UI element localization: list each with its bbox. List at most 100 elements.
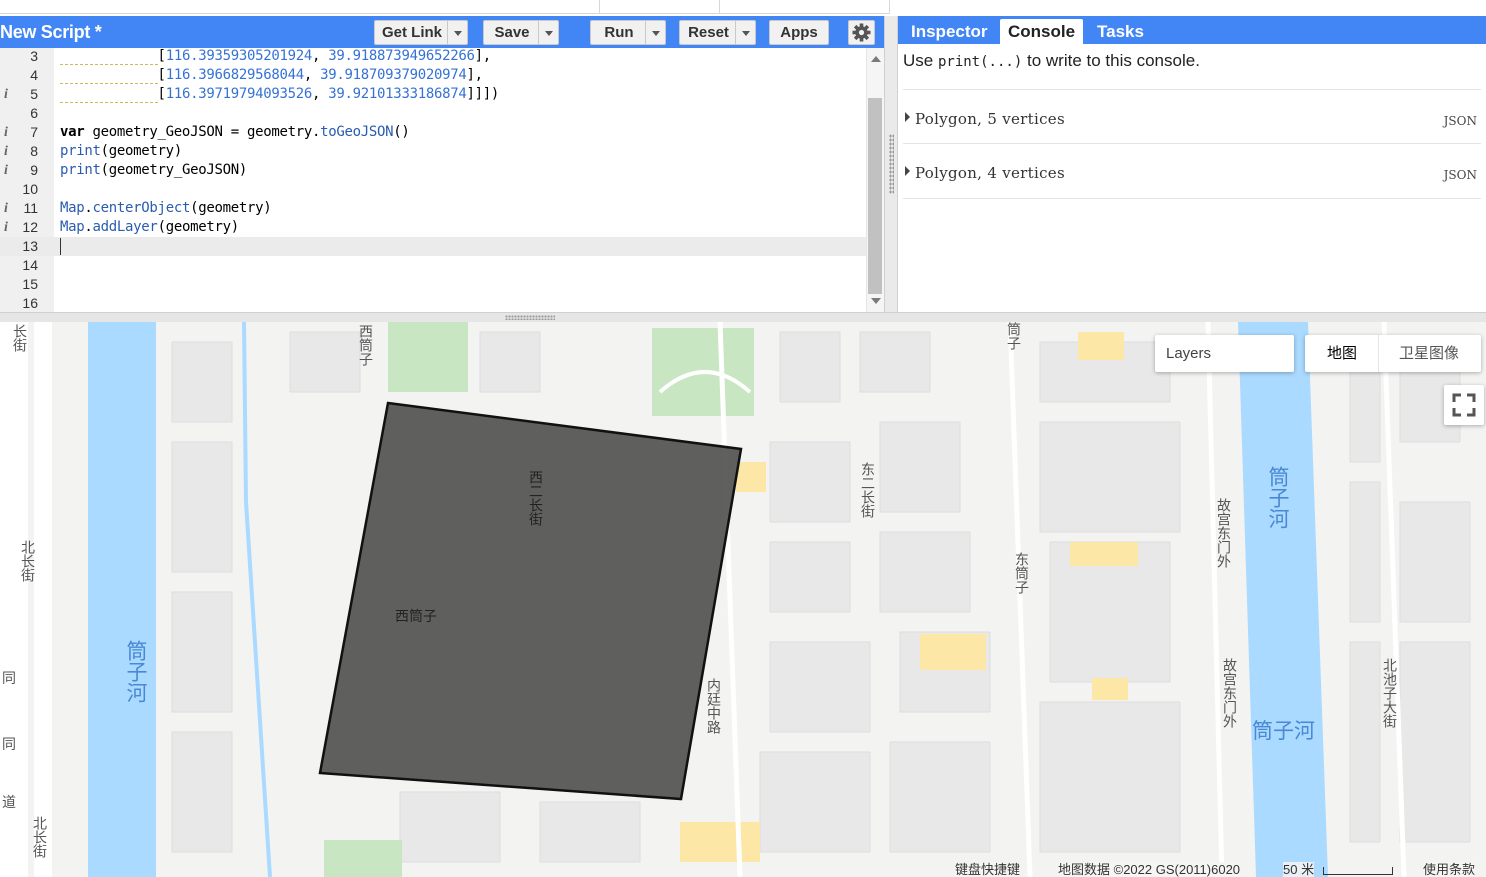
tab-console[interactable]: Console — [1000, 19, 1084, 44]
code-line[interactable]: 13 — [0, 237, 866, 256]
top-strip — [0, 0, 1486, 16]
tab-tasks[interactable]: Tasks — [1089, 19, 1152, 44]
map-label: 内廷中路 — [706, 678, 722, 734]
save-label: Save — [494, 24, 530, 41]
geometry-polygon — [318, 401, 743, 801]
terms-link[interactable]: 使用条款 — [1423, 862, 1476, 877]
expand-triangle-icon[interactable] — [905, 166, 910, 176]
top-tab-strip-mid2 — [720, 0, 890, 14]
scale-label: 50 米 — [1283, 862, 1315, 877]
console-row-text: Polygon, 4 vertices — [915, 164, 1065, 182]
tab-inspector[interactable]: Inspector — [903, 19, 996, 44]
settings-gear-icon[interactable] — [848, 20, 875, 45]
line-number: 11 — [23, 200, 38, 216]
code-line[interactable]: i 5 [116.39719794093526, 39.9210133318687… — [0, 85, 866, 104]
console-hint: Use print(...) to write to this console. — [903, 51, 1200, 71]
line-number: 16 — [22, 295, 38, 311]
reset-button[interactable]: Reset — [679, 20, 756, 45]
get-link-button[interactable]: Get Link — [374, 20, 468, 45]
console-hint-code: print(...) — [937, 54, 1023, 70]
info-icon: i — [4, 87, 8, 102]
code-line[interactable]: 3 [116.39359305201924, 39.91887394965226… — [0, 48, 866, 66]
map-label: 故宫东门外 — [1216, 498, 1232, 568]
reset-dropdown-icon[interactable] — [735, 21, 755, 44]
run-label: Run — [604, 24, 634, 41]
water-label: 筒子河 — [1266, 466, 1289, 529]
script-title[interactable]: New Script * — [0, 22, 102, 43]
map-label: 筒子 — [1006, 322, 1022, 350]
map-label: 道 — [2, 794, 16, 810]
get-link-dropdown-icon[interactable] — [447, 21, 467, 44]
code-line[interactable]: 15 — [0, 275, 866, 294]
json-toggle[interactable]: JSON — [1444, 114, 1477, 128]
code-line[interactable]: 4 [116.3966829568044, 39.918709379020974… — [0, 66, 866, 85]
code-text[interactable]: Map.addLayer(geometry) — [60, 218, 239, 237]
line-number: 9 — [30, 162, 38, 178]
code-text[interactable]: print(geometry) — [60, 142, 182, 161]
code-text[interactable]: print(geometry_GeoJSON) — [60, 161, 247, 180]
info-icon: i — [4, 163, 8, 178]
scroll-down-arrow-icon[interactable] — [871, 298, 881, 304]
map-label: 长街 — [12, 324, 28, 352]
code-text[interactable]: [116.39359305201924, 39.918873949652266]… — [60, 48, 491, 66]
map-label: 西二长街 — [528, 470, 544, 526]
code-text[interactable]: [116.3966829568044, 39.918709379020974], — [60, 66, 483, 85]
splitter-grip-icon[interactable] — [505, 315, 555, 320]
code-line[interactable]: i 11 Map.centerObject(geometry) — [0, 199, 866, 218]
info-icon: i — [4, 220, 8, 235]
code-text[interactable]: var geometry_GeoJSON = geometry.toGeoJSO… — [60, 123, 410, 142]
map-basemap — [0, 322, 1486, 877]
code-line[interactable]: 14 — [0, 256, 866, 275]
info-icon: i — [4, 201, 8, 216]
code-text[interactable]: [116.39719794093526, 39.92101333186874]]… — [60, 85, 499, 104]
editor-scrollbar-thumb[interactable] — [868, 98, 882, 294]
console-row[interactable]: Polygon, 5 vertices JSON — [903, 89, 1481, 144]
info-icon: i — [4, 144, 8, 159]
code-line[interactable]: i 8 print(geometry) — [0, 142, 866, 161]
map-label: 东筒子 — [1014, 552, 1030, 594]
code-line[interactable]: 6 — [0, 104, 866, 123]
code-line[interactable]: i 12 Map.addLayer(geometry) — [0, 218, 866, 237]
line-number: 7 — [30, 124, 38, 140]
keyboard-shortcuts-link[interactable]: 键盘快捷键 — [955, 862, 1021, 877]
code-line[interactable]: i 9 print(geometry_GeoJSON) — [0, 161, 866, 180]
gee-code-editor: New Script * Get Link Save Run Reset App… — [0, 0, 1486, 877]
console-row[interactable]: Polygon, 4 vertices JSON — [903, 144, 1481, 199]
map-type-satellite[interactable]: 卫星图像 — [1399, 335, 1459, 372]
map-label: 东二长街 — [860, 462, 876, 518]
code-line[interactable]: i 7 var geometry_GeoJSON = geometry.toGeoJ… — [0, 123, 866, 142]
expand-triangle-icon[interactable] — [905, 112, 910, 122]
map-label: 北池子大街 — [1382, 658, 1398, 728]
moat-left — [88, 322, 156, 877]
map-view[interactable]: 西筒子 筒子 长街 西二长街 东二长街 西筒子 东筒子 内廷中路 故宫东门外 故… — [0, 322, 1486, 877]
splitter-grip-icon[interactable] — [889, 134, 894, 194]
line-number: 13 — [22, 238, 38, 254]
run-button[interactable]: Run — [590, 20, 666, 45]
code-editor[interactable]: 3 [116.39359305201924, 39.91887394965226… — [0, 48, 884, 312]
json-toggle[interactable]: JSON — [1444, 168, 1477, 182]
map-label: 西筒子 — [395, 608, 437, 624]
map-type-roadmap[interactable]: 地图 — [1327, 335, 1357, 372]
scroll-up-arrow-icon[interactable] — [871, 56, 881, 62]
top-tab-strip-mid — [600, 0, 720, 14]
code-line[interactable]: 16 — [0, 294, 866, 312]
editor-toolbar: New Script * Get Link Save Run Reset App… — [0, 16, 884, 48]
map-type-divider — [1378, 335, 1379, 372]
map-type-control: 地图 卫星图像 — [1305, 335, 1481, 372]
horizontal-splitter[interactable] — [0, 312, 1486, 322]
code-line[interactable]: 10 — [0, 180, 866, 199]
apps-button[interactable]: Apps — [769, 20, 829, 45]
console-hint-suffix: to write to this console. — [1027, 51, 1200, 70]
map-label: 北长街 — [32, 816, 48, 858]
fullscreen-icon[interactable] — [1444, 385, 1484, 425]
save-button[interactable]: Save — [483, 20, 559, 45]
save-dropdown-icon[interactable] — [538, 21, 558, 44]
code-text[interactable]: Map.centerObject(geometry) — [60, 199, 272, 218]
map-label: 同 — [2, 736, 16, 752]
map-attribution: 地图数据 ©2022 GS(2011)6020 — [1058, 862, 1241, 877]
layers-control[interactable]: Layers — [1155, 335, 1294, 372]
map-label: 故宫东门外 — [1222, 658, 1238, 728]
vertical-splitter[interactable] — [884, 16, 898, 312]
map-label: 西筒子 — [358, 324, 374, 366]
run-dropdown-icon[interactable] — [645, 21, 665, 44]
